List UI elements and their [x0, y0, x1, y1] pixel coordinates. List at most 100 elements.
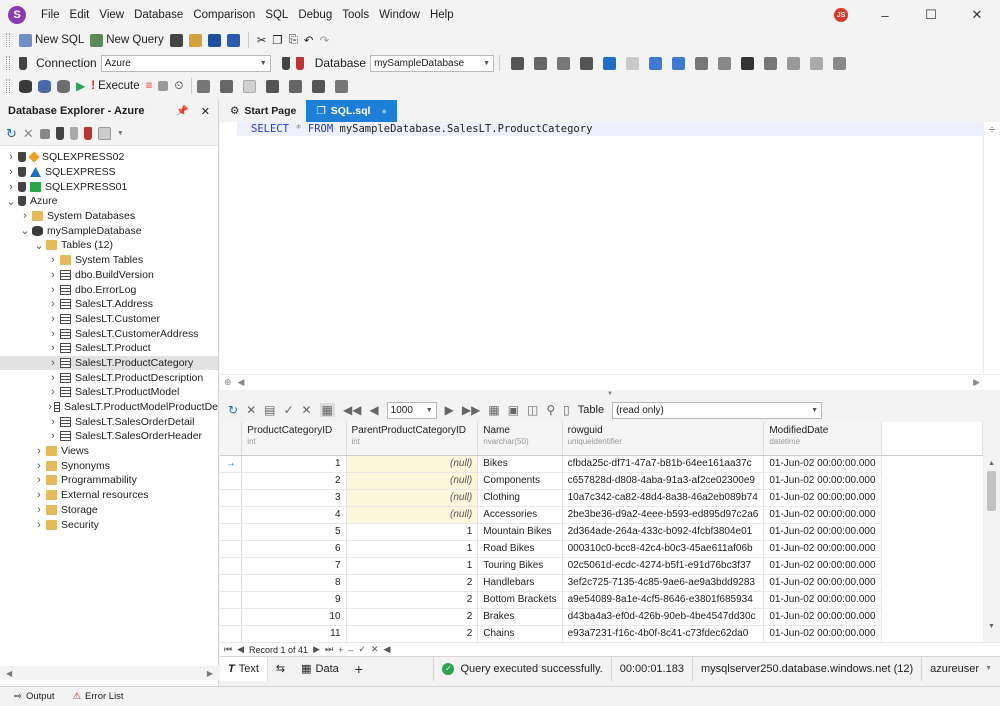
tree-item[interactable]: ⌄ mySampleDatabase [0, 223, 218, 238]
table-cell[interactable]: 000310c0-bcc8-42c4-b0c3-45ae611af06b [562, 540, 765, 558]
table-cell[interactable]: 5 [241, 523, 347, 541]
table-cell[interactable]: 2be3be36-d9a2-4eee-b593-ed895d97c2a6 [562, 506, 765, 524]
uncomment-icon[interactable] [557, 56, 571, 70]
tab-close-icon[interactable]: ● [381, 106, 386, 116]
row-header[interactable] [220, 472, 243, 490]
database-select[interactable]: mySampleDatabase ▼ [370, 54, 495, 72]
report-icon[interactable] [335, 79, 349, 93]
tree-item[interactable]: › External resources [0, 488, 218, 503]
toggle-icon[interactable] [718, 56, 732, 70]
table-cell[interactable]: 1 [346, 523, 479, 541]
table-cell[interactable]: 01-Jun-02 00:00:00.000 [763, 574, 882, 592]
db-button-2[interactable] [35, 76, 54, 96]
split-icon[interactable]: ⊕ [224, 377, 232, 388]
grid-view-icon[interactable]: ▦ [319, 403, 335, 417]
sql-line[interactable]: SELECT * FROM mySampleDatabase.SalesLT.P… [237, 122, 983, 136]
run-button[interactable]: ▶ [73, 76, 88, 96]
column-header[interactable]: Name nvarchar(50) [477, 422, 563, 456]
wrap-icon[interactable] [695, 56, 709, 70]
table-cell[interactable]: Bottom Brackets [477, 591, 563, 609]
table-cell[interactable]: 2d364ade-264a-433c-b092-4fcbf3804e01 [562, 523, 765, 541]
table-cell[interactable]: a9e54089-8a1e-4cf5-8646-e3801f685934 [562, 591, 765, 609]
apply-icon[interactable]: ✓ [283, 403, 293, 417]
first-page-icon[interactable]: ◀◀ [343, 403, 361, 417]
scroll-right-icon[interactable]: ▶ [207, 669, 213, 678]
last-record-icon[interactable]: ⏭ [325, 644, 333, 655]
next-bookmark-icon[interactable] [787, 56, 801, 70]
table-cell[interactable]: (null) [346, 489, 479, 507]
menu-sql[interactable]: SQL [260, 9, 293, 21]
next-page-icon[interactable]: ▶ [445, 403, 454, 417]
sql-editor[interactable]: SELECT * FROM mySampleDatabase.SalesLT.P… [237, 122, 983, 374]
tree-item[interactable]: ⌄ Tables (12) [0, 238, 218, 253]
prev-record-icon[interactable]: ◀ [237, 644, 244, 655]
chevron-right-icon[interactable]: › [34, 489, 44, 501]
plan-icon[interactable] [197, 79, 211, 93]
row-header[interactable] [220, 625, 243, 642]
tree-item[interactable]: › Views [0, 444, 218, 459]
table-cell[interactable]: 8 [241, 574, 347, 592]
table-row[interactable]: 8 2 Handlebars 3ef2c725-7135-4c85-9ae6-ae9a… [220, 574, 983, 592]
menu-database[interactable]: Database [129, 9, 188, 21]
table-row[interactable]: 10 2 Brakes d43ba4a3-ef0d-426b-90eb-4be4547… [220, 608, 983, 626]
table-row[interactable]: 7 1 Touring Bikes 02c5061d-ecdc-4274-b5f1-e… [220, 557, 983, 575]
current-row-arrow-icon[interactable]: → [220, 455, 243, 473]
table-cell[interactable]: Brakes [477, 608, 563, 626]
tab-sql-file[interactable]: ❐ SQL.sql ● [306, 100, 397, 122]
table-cell[interactable]: 01-Jun-02 00:00:00.000 [763, 608, 882, 626]
maximize-button[interactable]: ☐ [908, 0, 954, 30]
cut-button[interactable]: ✂ [254, 30, 270, 50]
chevron-right-icon[interactable]: › [48, 401, 52, 413]
chevron-right-icon[interactable]: › [6, 151, 16, 163]
chevron-right-icon[interactable]: › [48, 328, 58, 340]
table-cell[interactable]: Handlebars [477, 574, 563, 592]
chevron-right-icon[interactable]: › [48, 269, 58, 281]
chevron-right-icon[interactable]: › [48, 430, 58, 442]
scroll-left-icon[interactable]: ◀ [238, 377, 245, 388]
table-cell[interactable]: 1 [346, 557, 479, 575]
menu-file[interactable]: File [36, 9, 65, 21]
new-connection-button[interactable] [16, 53, 30, 73]
column-header[interactable]: ParentProductCategoryID int [346, 422, 479, 456]
menu-view[interactable]: View [94, 9, 129, 21]
refresh-icon[interactable]: ↻ [6, 126, 17, 142]
export-icon[interactable] [312, 79, 326, 93]
table-cell[interactable]: Road Bikes [477, 540, 563, 558]
chevron-down-icon[interactable]: ⌄ [34, 239, 44, 252]
chevron-right-icon[interactable]: › [48, 372, 58, 384]
pivot-icon[interactable] [289, 79, 303, 93]
scroll-down-icon[interactable]: ▼ [983, 623, 1000, 630]
columns-icon[interactable]: ◫ [527, 403, 538, 417]
row-header[interactable] [220, 557, 243, 575]
table-cell[interactable]: 01-Jun-02 00:00:00.000 [763, 472, 882, 490]
chevron-right-icon[interactable]: › [34, 460, 44, 472]
chevron-right-icon[interactable]: › [48, 357, 58, 369]
chevron-down-icon[interactable]: ⌄ [20, 224, 30, 237]
clear-bookmarks-icon[interactable] [810, 56, 824, 70]
grid-icon[interactable] [243, 79, 257, 93]
chevron-right-icon[interactable]: › [48, 254, 58, 266]
connect-icon[interactable] [55, 127, 64, 140]
table-row[interactable]: 5 1 Mountain Bikes 2d364ade-264a-433c-b092-… [220, 523, 983, 541]
table-row[interactable]: → 1 (null) Bikes cfbda25c-df71-47a7-b81b-64e… [220, 455, 983, 473]
connect-button[interactable] [279, 53, 293, 73]
column-header[interactable]: ModifiedDate datetime [763, 422, 882, 456]
bookmark-icon[interactable] [741, 56, 755, 70]
chevron-right-icon[interactable]: › [6, 181, 16, 193]
discard-icon[interactable]: ✕ [302, 403, 312, 417]
table-row[interactable]: 11 2 Chains e93a7231-f16c-4b0f-8c41-c73fdec… [220, 625, 983, 642]
table-cell[interactable]: 01-Jun-02 00:00:00.000 [763, 506, 882, 524]
error-list-tab[interactable]: ⚠ Error List [73, 691, 124, 702]
table-cell[interactable]: 2 [346, 625, 479, 642]
chevron-right-icon[interactable]: › [48, 313, 58, 325]
grid-scroll-thumb[interactable] [987, 471, 996, 511]
menu-edit[interactable]: Edit [65, 9, 95, 21]
add-tab-button[interactable]: + [347, 657, 371, 681]
table-cell[interactable]: 01-Jun-02 00:00:00.000 [763, 625, 882, 642]
table-cell[interactable]: 01-Jun-02 00:00:00.000 [763, 489, 882, 507]
tree-item[interactable]: › SalesLT.ProductCategory [0, 355, 218, 371]
table-cell[interactable]: 4 [241, 506, 347, 524]
chevron-right-icon[interactable]: › [48, 342, 58, 354]
table-cell[interactable]: Mountain Bikes [477, 523, 563, 541]
explorer-horizontal-scrollbar[interactable]: ◀ ▶ [0, 666, 219, 680]
